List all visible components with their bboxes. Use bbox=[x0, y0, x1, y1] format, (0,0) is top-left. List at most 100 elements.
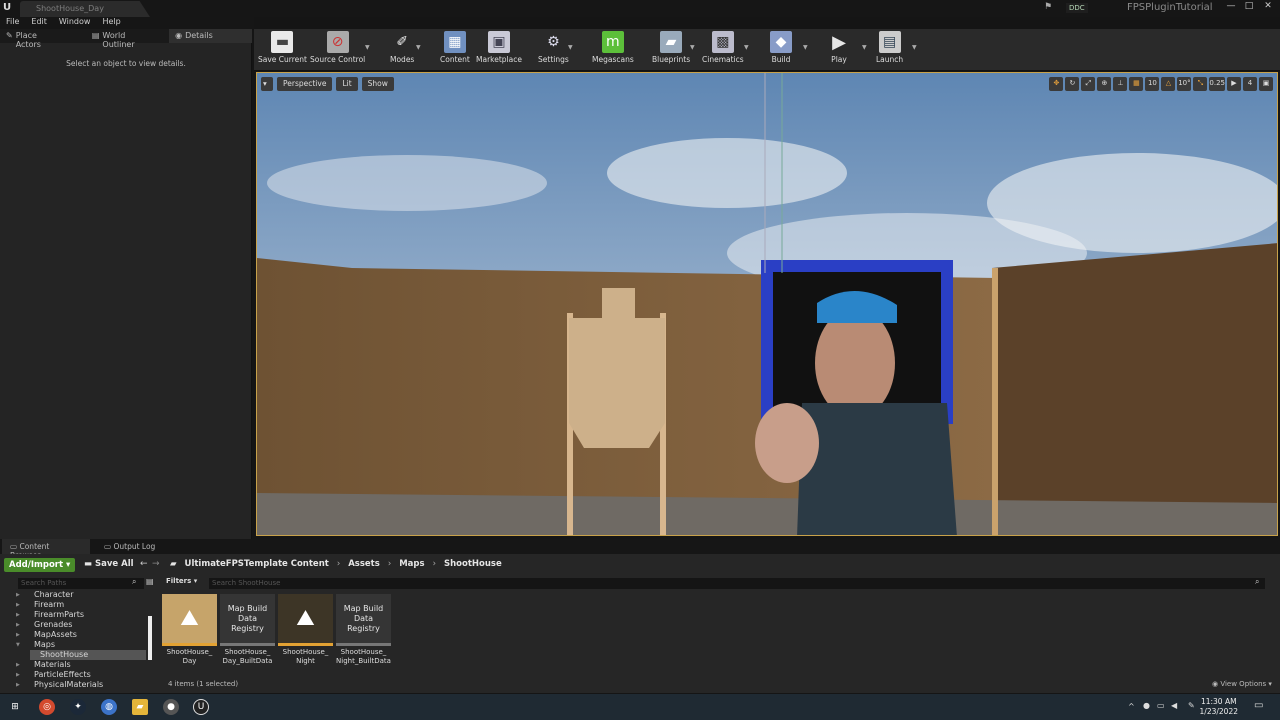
rotation-snap-icon[interactable]: △ bbox=[1161, 77, 1176, 91]
maximize-icon[interactable]: □ bbox=[1243, 1, 1255, 13]
scale-snap-icon[interactable]: ⤡ bbox=[1193, 77, 1208, 91]
chevron-down-icon[interactable]: ▼ bbox=[862, 44, 867, 51]
source-control-icon: ⊘ bbox=[326, 31, 349, 53]
asset-tile[interactable]: ⛰ ShootHouse_ Night bbox=[278, 594, 333, 676]
menu-file[interactable]: File bbox=[6, 17, 19, 29]
search-assets-input[interactable]: Search ShootHouse bbox=[209, 578, 1265, 589]
perspective-button[interactable]: Perspective bbox=[277, 77, 333, 91]
modes-button[interactable]: ✐ Modes bbox=[390, 31, 414, 64]
tree-item[interactable]: MapAssets bbox=[34, 630, 77, 640]
tray-chevron-icon[interactable]: ^ bbox=[1128, 702, 1135, 711]
network-icon[interactable]: ▭ bbox=[1157, 701, 1165, 710]
system-clock[interactable]: 11:30 AM 1/23/2022 bbox=[1200, 697, 1238, 717]
add-import-button[interactable]: Add/Import ▾ bbox=[4, 558, 76, 572]
menu-edit[interactable]: Edit bbox=[31, 17, 47, 29]
cinematics-button[interactable]: ▩ Cinematics bbox=[702, 31, 744, 64]
chevron-down-icon[interactable]: ▼ bbox=[803, 44, 808, 51]
content-button[interactable]: ▦ Content bbox=[440, 31, 470, 64]
pen-icon[interactable]: ✎ bbox=[1188, 701, 1195, 710]
tool-label: Cinematics bbox=[702, 55, 744, 64]
filters-button[interactable]: Filters ▾ bbox=[166, 577, 197, 585]
tree-item[interactable]: Maps bbox=[34, 640, 55, 650]
microphone-icon[interactable]: ● bbox=[1143, 701, 1150, 710]
chevron-down-icon[interactable]: ▼ bbox=[416, 44, 421, 51]
translate-icon[interactable]: ✥ bbox=[1049, 77, 1064, 91]
tree-item[interactable]: Firearm bbox=[34, 600, 64, 610]
tree-item[interactable]: ParticleEffects bbox=[34, 670, 91, 680]
breadcrumb-item[interactable]: Maps bbox=[399, 559, 424, 569]
search-paths-input[interactable]: Search Paths bbox=[18, 578, 144, 589]
steam-icon[interactable]: ✦ bbox=[70, 699, 86, 715]
lit-button[interactable]: Lit bbox=[336, 77, 358, 91]
asset-tile[interactable]: Map Build Data Registry ShootHouse_ Nigh… bbox=[336, 594, 391, 676]
level-tab[interactable]: ShootHouse_Day bbox=[20, 1, 150, 17]
menu-window[interactable]: Window bbox=[59, 17, 91, 29]
notification-icon[interactable]: ⚑ bbox=[1044, 2, 1052, 12]
tree-scrollbar[interactable] bbox=[148, 616, 152, 660]
obs-icon[interactable]: ● bbox=[163, 699, 179, 715]
history-back-icon[interactable]: ← bbox=[140, 559, 148, 569]
tree-item[interactable]: Character bbox=[34, 590, 74, 600]
rotation-snap-value[interactable]: 10° bbox=[1177, 77, 1192, 91]
breadcrumb-item[interactable]: Assets bbox=[348, 559, 380, 569]
tab-content-browser[interactable]: ▭ Content Browser bbox=[2, 539, 90, 560]
history-forward-icon[interactable]: → bbox=[152, 559, 160, 569]
maximize-viewport-icon[interactable]: ▣ bbox=[1259, 77, 1273, 91]
build-button[interactable]: ◆ Build bbox=[770, 31, 792, 64]
save-current-button[interactable]: ▬ Save Current bbox=[258, 31, 307, 64]
camera-speed-value[interactable]: 4 bbox=[1243, 77, 1257, 91]
marketplace-button[interactable]: ▣ Marketplace bbox=[476, 31, 522, 64]
megascans-button[interactable]: m Megascans bbox=[592, 31, 634, 64]
scale-icon[interactable]: ⤢ bbox=[1081, 77, 1096, 91]
tree-item[interactable]: Grenades bbox=[34, 620, 72, 630]
tab-output-log[interactable]: ▭ Output Log bbox=[96, 539, 163, 554]
view-options-button[interactable]: ◉ View Options ▾ bbox=[1212, 680, 1272, 688]
menu-help[interactable]: Help bbox=[102, 17, 120, 29]
show-button[interactable]: Show bbox=[361, 77, 394, 91]
blueprints-button[interactable]: ▰ Blueprints bbox=[652, 31, 690, 64]
save-all-button[interactable]: ▬ Save All bbox=[84, 559, 134, 569]
camera-speed-icon[interactable]: ▶ bbox=[1227, 77, 1241, 91]
chrome-icon[interactable]: ◎ bbox=[39, 699, 55, 715]
grid-snap-icon[interactable]: ▦ bbox=[1129, 77, 1144, 91]
grid-snap-value[interactable]: 10 bbox=[1145, 77, 1160, 91]
volume-icon[interactable]: ◀ bbox=[1171, 701, 1177, 710]
play-button[interactable]: ▶ Play bbox=[828, 31, 850, 65]
source-control-button[interactable]: ⊘ Source Control bbox=[310, 31, 365, 64]
browser-icon[interactable]: ◍ bbox=[101, 699, 117, 715]
notifications-icon[interactable]: ▭ bbox=[1254, 700, 1263, 711]
settings-button[interactable]: ⚙ Settings bbox=[538, 31, 569, 64]
breadcrumb-item[interactable]: UltimateFPSTemplate Content bbox=[185, 559, 329, 569]
chevron-down-icon[interactable]: ▼ bbox=[912, 44, 917, 51]
ddc-status-badge[interactable]: DDC bbox=[1066, 3, 1088, 13]
rotate-icon[interactable]: ↻ bbox=[1065, 77, 1080, 91]
unreal-engine-icon[interactable]: U bbox=[193, 699, 209, 715]
asset-tile[interactable]: Map Build Data Registry ShootHouse_ Day_… bbox=[220, 594, 275, 676]
tab-details[interactable]: ◉ Details bbox=[169, 29, 252, 43]
windows-start-icon[interactable]: ⊞ bbox=[7, 699, 23, 715]
chevron-down-icon[interactable]: ▼ bbox=[690, 44, 695, 51]
level-viewport[interactable]: ▾ Perspective Lit Show ✥ ↻ ⤢ ⊕ ⊥ ▦ 10 △ … bbox=[256, 72, 1278, 536]
minimize-icon[interactable]: — bbox=[1225, 1, 1237, 13]
breadcrumb-separator: › bbox=[387, 559, 392, 569]
tree-item[interactable]: Materials bbox=[34, 660, 71, 670]
tree-item-selected[interactable]: ShootHouse bbox=[30, 650, 146, 660]
tree-options-icon[interactable]: ▤ bbox=[146, 577, 154, 586]
asset-label: ShootHouse_ Day bbox=[166, 648, 213, 665]
file-explorer-icon[interactable]: ▰ bbox=[132, 699, 148, 715]
tree-item[interactable]: FirearmParts bbox=[34, 610, 84, 620]
breadcrumb-item[interactable]: ShootHouse bbox=[444, 559, 502, 569]
surface-snap-icon[interactable]: ⊥ bbox=[1113, 77, 1128, 91]
viewport-options-button[interactable]: ▾ bbox=[261, 77, 273, 91]
close-icon[interactable]: ✕ bbox=[1262, 1, 1274, 13]
launch-button[interactable]: ▤ Launch bbox=[876, 31, 903, 64]
chevron-down-icon[interactable]: ▼ bbox=[365, 44, 370, 51]
asset-tile[interactable]: ⛰ ShootHouse_ Day bbox=[162, 594, 217, 676]
tab-world-outliner[interactable]: ▤ World Outliner bbox=[86, 29, 165, 49]
world-icon[interactable]: ⊕ bbox=[1097, 77, 1112, 91]
chevron-down-icon[interactable]: ▼ bbox=[744, 44, 749, 51]
scale-snap-value[interactable]: 0.25 bbox=[1209, 77, 1225, 91]
tree-item[interactable]: PhysicalMaterials bbox=[34, 680, 103, 690]
chevron-down-icon[interactable]: ▼ bbox=[568, 44, 573, 51]
tab-place-actors[interactable]: ✎ Place Actors bbox=[0, 29, 70, 49]
